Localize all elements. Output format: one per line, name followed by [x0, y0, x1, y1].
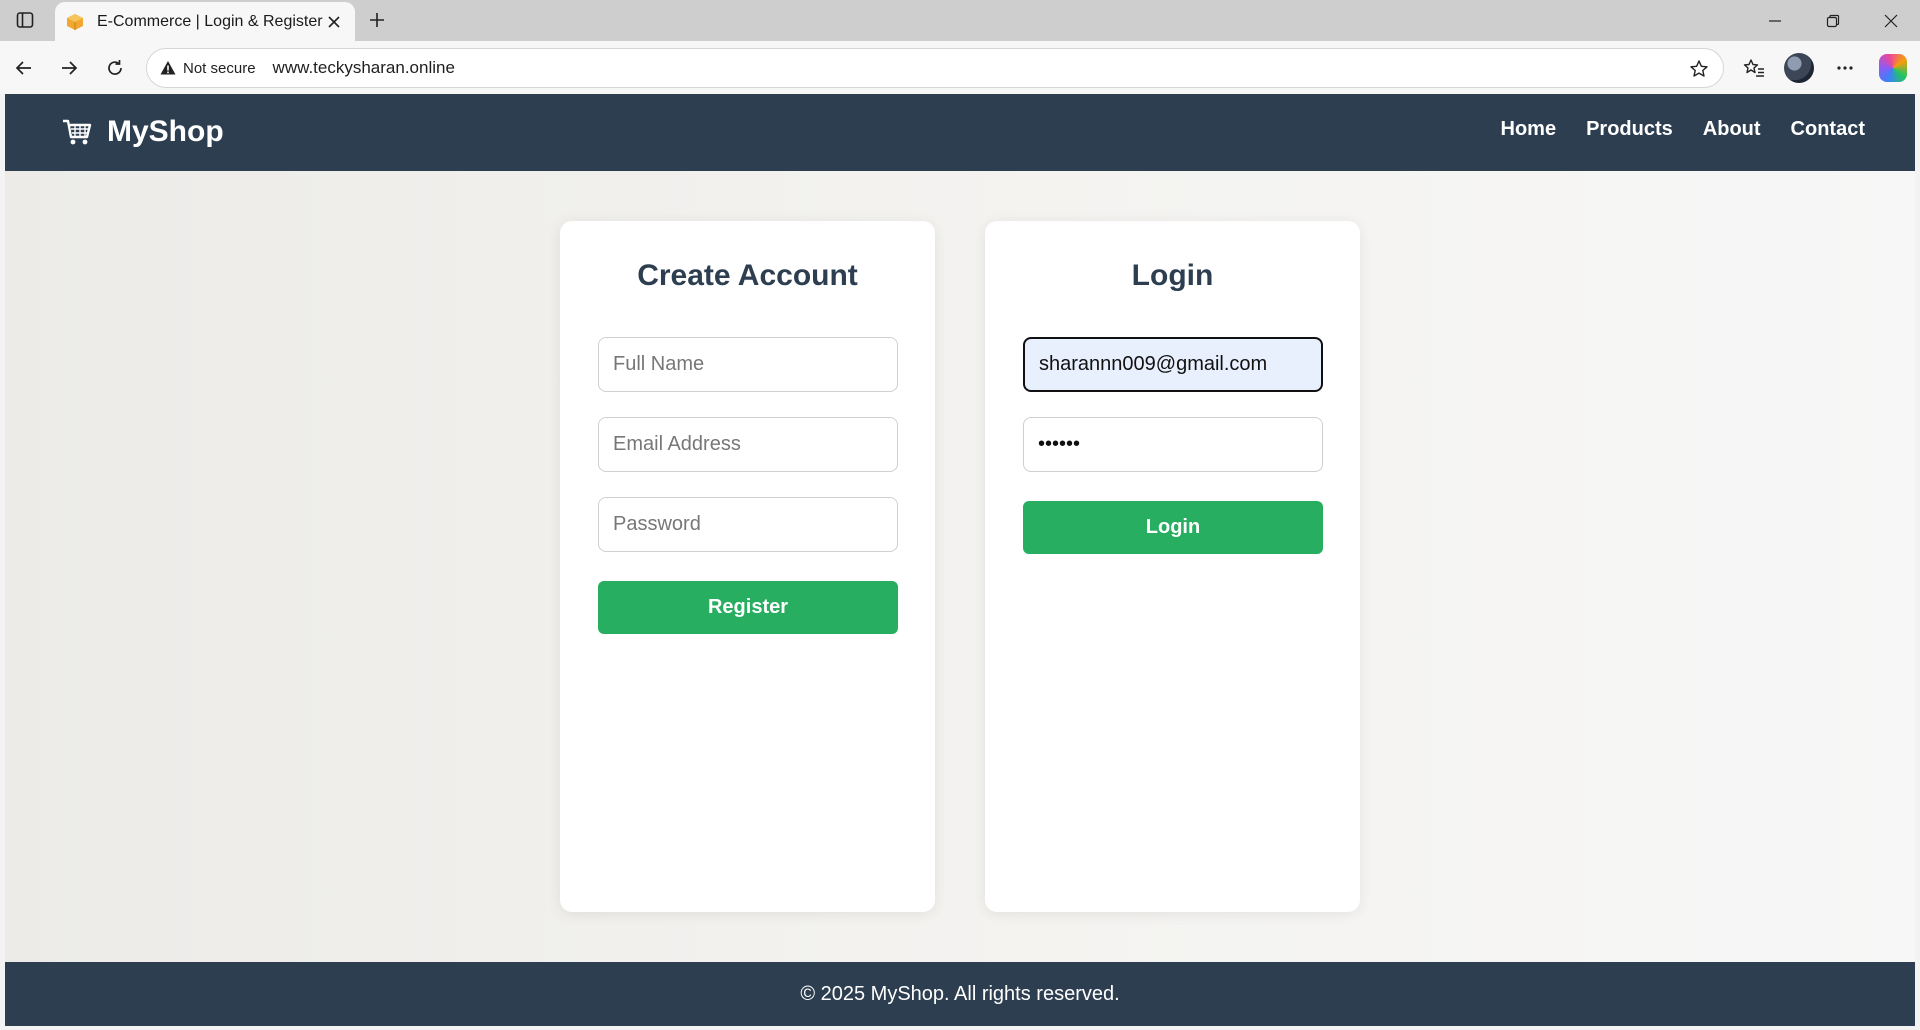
- nav-products-link[interactable]: Products: [1586, 118, 1673, 141]
- security-label[interactable]: Not secure: [183, 60, 256, 77]
- copilot-icon[interactable]: [1876, 51, 1910, 85]
- nav-about-link[interactable]: About: [1703, 118, 1761, 141]
- back-icon[interactable]: [7, 51, 41, 85]
- login-email-input[interactable]: [1023, 337, 1323, 392]
- brand-name: MyShop: [107, 115, 224, 148]
- package-icon: [65, 12, 85, 32]
- forward-icon[interactable]: [52, 51, 86, 85]
- tab-actions-icon[interactable]: [8, 6, 42, 34]
- register-password-input[interactable]: [598, 497, 898, 552]
- favorites-icon[interactable]: [1737, 51, 1771, 85]
- restore-icon[interactable]: [1805, 0, 1861, 41]
- main-nav: Home Products About Contact: [1501, 118, 1865, 141]
- login-button[interactable]: Login: [1023, 501, 1323, 554]
- login-title: Login: [1131, 259, 1214, 292]
- cart-icon: [59, 114, 95, 150]
- close-window-icon[interactable]: [1863, 0, 1919, 41]
- minimize-icon[interactable]: [1747, 0, 1803, 41]
- register-card: Create Account Register: [560, 221, 935, 912]
- close-icon[interactable]: [323, 11, 345, 33]
- avatar: [1784, 53, 1814, 83]
- nav-home-link[interactable]: Home: [1501, 118, 1557, 141]
- nav-contact-link[interactable]: Contact: [1791, 118, 1865, 141]
- address-bar[interactable]: Not secure www.teckysharan.online: [146, 48, 1724, 88]
- more-icon[interactable]: [1828, 51, 1862, 85]
- url-text[interactable]: www.teckysharan.online: [273, 58, 455, 78]
- register-email-input[interactable]: [598, 417, 898, 472]
- login-card: Login Login: [985, 221, 1360, 912]
- tab-title: E-Commerce | Login & Register: [97, 12, 323, 30]
- footer-copyright: © 2025 MyShop. All rights reserved.: [800, 982, 1120, 1005]
- browser-toolbar: Not secure www.teckysharan.online: [0, 41, 1920, 94]
- plus-icon[interactable]: [362, 6, 392, 34]
- browser-tab-bar: E-Commerce | Login & Register: [0, 0, 1920, 41]
- register-title: Create Account: [637, 259, 858, 292]
- brand-logo[interactable]: MyShop: [59, 114, 224, 150]
- full-name-input[interactable]: [598, 337, 898, 392]
- site-header: MyShop Home Products About Contact: [5, 94, 1915, 171]
- page-viewport: MyShop Home Products About Contact Creat…: [5, 94, 1915, 1026]
- login-password-input[interactable]: [1023, 417, 1323, 472]
- copilot-logo: [1879, 54, 1907, 82]
- refresh-icon[interactable]: [98, 51, 132, 85]
- site-footer: © 2025 MyShop. All rights reserved.: [5, 962, 1915, 1026]
- profile-avatar[interactable]: [1782, 51, 1816, 85]
- star-icon[interactable]: [1685, 55, 1713, 83]
- register-button[interactable]: Register: [598, 581, 898, 634]
- warning-icon: [159, 59, 177, 77]
- browser-tab[interactable]: E-Commerce | Login & Register: [55, 2, 355, 41]
